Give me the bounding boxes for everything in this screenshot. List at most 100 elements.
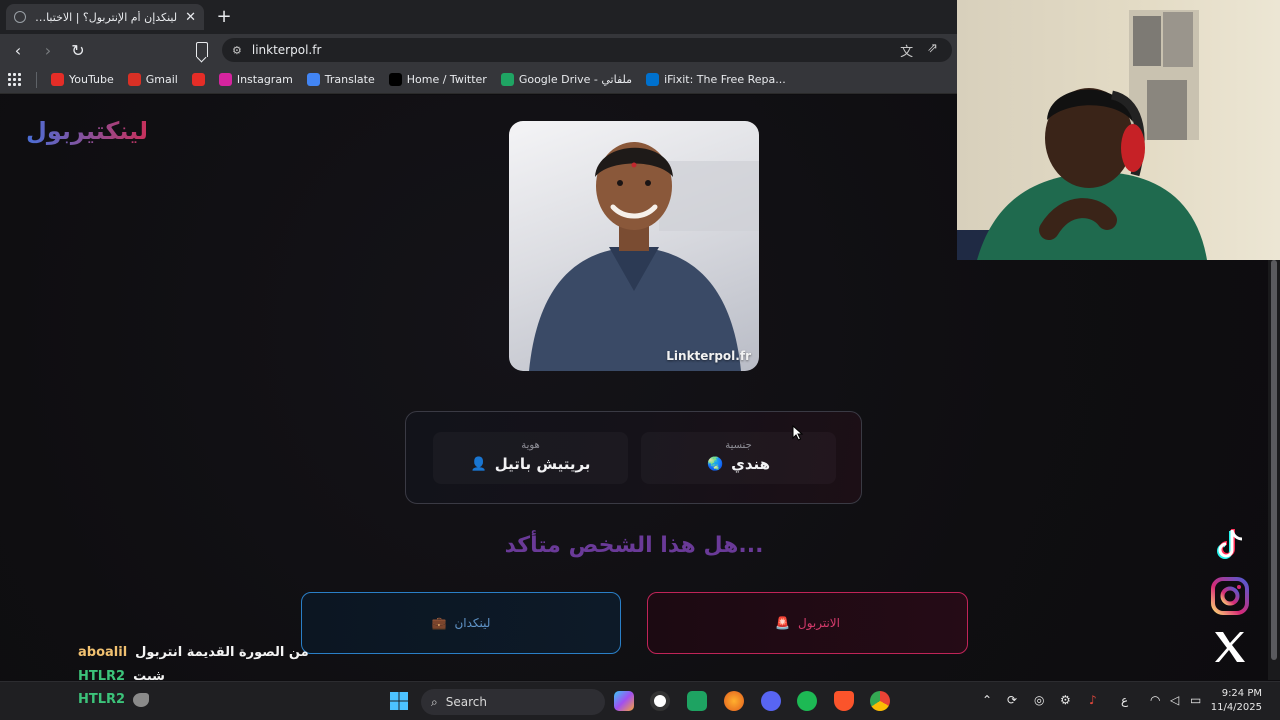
steam-icon[interactable]: ⚙ <box>1060 693 1071 707</box>
screen: لينكدإن أم الإنتربول؟ | الاختبار الأكثر … <box>0 0 1280 720</box>
tab-title: لينكدإن أم الإنتربول؟ | الاختبار الأكثر <box>34 10 178 24</box>
bookmark-item[interactable]: Home / Twitter <box>388 73 487 86</box>
translate-page-icon[interactable]: 文 <box>900 41 913 60</box>
x-logo-icon <box>1209 626 1251 668</box>
nationality-value-row: هندي 🌏 <box>641 455 836 473</box>
share-icon[interactable]: ⇗ <box>927 41 938 60</box>
person-icon: 👤 <box>470 456 487 472</box>
briefcase-icon: 💼 <box>431 616 447 630</box>
clock-date: 11/4/2025 <box>1210 702 1262 713</box>
firefox-icon[interactable] <box>724 691 744 711</box>
apps-grid-icon[interactable] <box>8 72 22 87</box>
instagram-icon <box>1209 575 1251 617</box>
chat-line: aboalil من الصورة القديمة انتربول <box>78 645 309 660</box>
person-illustration <box>529 142 759 371</box>
chat-badge-icon <box>133 692 150 707</box>
site-settings-icon[interactable]: ⚙ <box>232 44 242 57</box>
volume-icon[interactable]: ◁ <box>1170 693 1179 707</box>
chrome-icon[interactable] <box>870 691 890 711</box>
back-icon[interactable]: ‹ <box>6 41 30 60</box>
bookmark-label: Gmail <box>145 73 178 86</box>
globe-emoji-icon: 🌏 <box>706 456 724 472</box>
bookmark-icon[interactable] <box>196 42 208 57</box>
identity-value-row: بريتيش باتيل 👤 <box>433 455 628 473</box>
forward-icon[interactable]: › <box>36 41 60 60</box>
bookmark-item[interactable]: Instagram <box>218 73 293 86</box>
bookmark-label: iFixit: The Free Repa... <box>664 73 786 86</box>
linkedin-button-label: لينكدان <box>454 616 491 630</box>
copilot-icon[interactable] <box>614 691 634 711</box>
sync-icon[interactable]: ⟳ <box>1007 693 1017 707</box>
spotify-icon[interactable] <box>797 691 817 711</box>
bookmark-label: YouTube <box>69 73 114 86</box>
reload-icon[interactable]: ↻ <box>66 41 90 60</box>
clock-time: 9:24 PM <box>1221 688 1262 699</box>
bookmark-label: Google Drive - ملفاتي <box>518 73 633 86</box>
bookmarks-divider <box>36 71 37 88</box>
battery-icon[interactable]: ▭ <box>1190 693 1201 707</box>
bookmark-item[interactable]: iFixit: The Free Repa... <box>646 73 786 86</box>
interpol-button-label: الانتربول <box>797 616 840 630</box>
tray-overflow-icon[interactable]: ⌃ <box>982 693 992 707</box>
bookmark-item[interactable]: Gmail <box>127 73 178 86</box>
active-tab[interactable]: لينكدإن أم الإنتربول؟ | الاختبار الأكثر … <box>6 4 204 30</box>
bookmark-label: Translate <box>324 73 375 86</box>
webcam-overlay <box>957 0 1280 260</box>
address-bar-row: ‹ › ↻ ⚙ linkterpol.fr 文 ⇗ <box>0 34 958 66</box>
bookmarks-bar: YouTube Gmail Instagram Translate Home / Twi… <box>0 66 958 94</box>
chat-message: من الصورة القديمة انتربول <box>135 645 309 660</box>
url-text: linkterpol.fr <box>251 43 322 57</box>
chat-line: HTLR2 <box>78 692 150 707</box>
ifixit-icon <box>646 73 660 86</box>
brave-icon[interactable] <box>834 691 854 711</box>
bookmark-label: Home / Twitter <box>406 73 487 86</box>
obs-icon[interactable]: ◎ <box>1034 693 1044 707</box>
interpol-button[interactable]: الانتربول 🚨 <box>647 592 968 654</box>
microphone-icon[interactable]: ♪ <box>1089 693 1097 707</box>
page-scrollbar[interactable] <box>1268 260 1280 680</box>
linkedin-button[interactable]: لينكدان 💼 <box>301 592 621 654</box>
chat-username: aboalil <box>78 645 128 660</box>
translate-icon <box>306 73 320 86</box>
browser-tab-strip: لينكدإن أم الإنتربول؟ | الاختبار الأكثر … <box>0 0 958 34</box>
bookmark-item[interactable]: Translate <box>306 73 375 86</box>
mouse-cursor-icon <box>792 425 804 441</box>
taskbar-search[interactable]: ⌕ Search <box>421 689 605 715</box>
youtube-icon <box>51 73 64 86</box>
identity-label: هوية <box>521 440 540 451</box>
identity-cell: هوية بريتيش باتيل 👤 <box>433 432 628 484</box>
discord-icon[interactable] <box>761 691 781 711</box>
windows-start-icon[interactable] <box>389 691 409 711</box>
close-tab-icon[interactable]: ✕ <box>185 10 196 25</box>
game-app-icon[interactable] <box>687 691 707 711</box>
camera-app-icon[interactable] <box>650 691 670 711</box>
photo-watermark: Linkterpol.fr <box>666 349 751 363</box>
bookmark-item[interactable]: Google Drive - ملفاتي <box>500 73 633 86</box>
question-text: ...هل هذا الشخص متأكد <box>504 533 764 558</box>
siren-icon: 🚨 <box>775 616 790 630</box>
new-tab-button[interactable]: + <box>214 6 234 27</box>
url-field[interactable]: ⚙ linkterpol.fr 文 ⇗ <box>222 38 952 62</box>
windows-taskbar: ⌕ Search ⌃ ⟳ ◎ ⚙ ♪ ع ◠ ◁ ▭ 9:24 PM 11/4/… <box>0 681 1280 720</box>
x-icon <box>388 73 402 86</box>
site-logo[interactable]: لينكتيربول <box>26 117 148 145</box>
scrollbar-thumb[interactable] <box>1271 260 1277 660</box>
taskbar-clock[interactable]: 9:24 PM 11/4/2025 <box>1211 687 1262 715</box>
tiktok-icon <box>1209 524 1251 566</box>
identity-value: بريتيش باتيل <box>494 455 591 473</box>
search-icon: ⌕ <box>431 694 438 709</box>
nationality-label: جنسية <box>725 440 752 451</box>
globe-icon <box>14 11 26 23</box>
input-language[interactable]: ع <box>1121 693 1128 707</box>
chat-username: HTLR2 <box>78 692 126 707</box>
instagram-icon <box>218 73 232 86</box>
bookmark-item[interactable]: YouTube <box>51 73 114 86</box>
bookmark-item[interactable] <box>191 73 205 86</box>
streamer-video <box>957 10 1207 260</box>
gmail-icon <box>127 73 141 86</box>
person-photo: Linkterpol.fr <box>509 121 759 371</box>
wifi-icon[interactable]: ◠ <box>1150 693 1160 707</box>
nationality-cell: جنسية هندي 🌏 <box>641 432 836 484</box>
youtube-icon <box>191 73 205 86</box>
bookmark-label: Instagram <box>236 73 293 86</box>
